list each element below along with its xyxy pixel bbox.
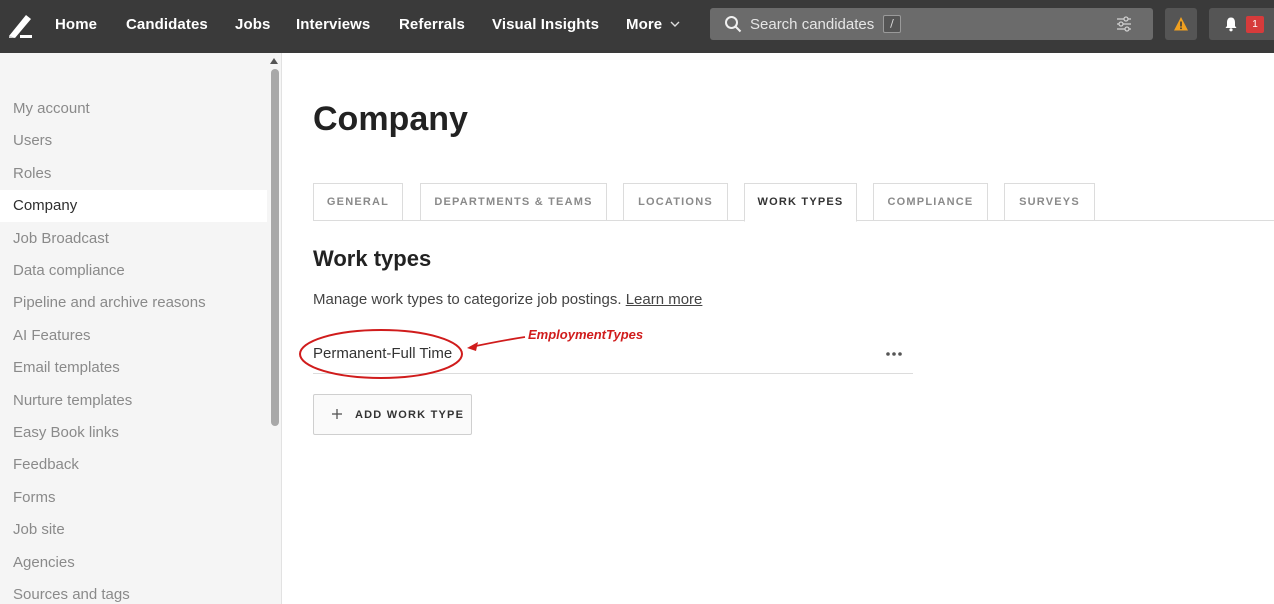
work-type-name: Permanent-Full Time — [313, 345, 453, 362]
nav-visual-insights[interactable]: Visual Insights — [492, 16, 599, 33]
section-description-text: Manage work types to categorize job post… — [313, 291, 622, 308]
sidebar-item-easy-book-links[interactable]: Easy Book links — [0, 417, 267, 449]
add-work-type-label: ADD WORK TYPE — [355, 409, 465, 421]
nav-home[interactable]: Home — [55, 16, 97, 33]
search-icon — [725, 16, 742, 33]
sidebar-item-agencies[interactable]: Agencies — [0, 547, 267, 579]
tab-compliance[interactable]: COMPLIANCE — [873, 183, 988, 221]
plus-icon — [332, 409, 342, 419]
nav-candidates[interactable]: Candidates — [126, 16, 208, 33]
more-options-icon[interactable] — [883, 347, 905, 361]
nav-interviews[interactable]: Interviews — [296, 16, 370, 33]
sidebar-item-my-account[interactable]: My account — [0, 93, 267, 125]
sidebar-item-data-compliance[interactable]: Data compliance — [0, 255, 267, 287]
search-shortcut-key: / — [883, 15, 901, 33]
nav-referrals[interactable]: Referrals — [399, 16, 465, 33]
logo-icon[interactable] — [6, 11, 34, 39]
sidebar-item-sources-and-tags[interactable]: Sources and tags — [0, 579, 267, 604]
tab-surveys[interactable]: SURVEYS — [1004, 183, 1095, 221]
scroll-up-arrow-icon[interactable] — [270, 58, 278, 64]
bell-icon — [1225, 17, 1237, 32]
chevron-down-icon[interactable] — [668, 17, 682, 31]
sidebar-item-roles[interactable]: Roles — [0, 158, 267, 190]
top-navigation-bar: Home Candidates Jobs Interviews Referral… — [0, 0, 1274, 53]
sidebar-item-company[interactable]: Company — [0, 190, 267, 222]
annotation-label: EmploymentTypes — [528, 327, 644, 342]
sidebar-item-ai-features[interactable]: AI Features — [0, 320, 267, 352]
search-input[interactable] — [750, 8, 880, 40]
sidebar-item-email-templates[interactable]: Email templates — [0, 352, 267, 384]
nav-jobs[interactable]: Jobs — [235, 16, 270, 33]
search-bar[interactable]: / — [710, 8, 1153, 40]
sidebar-item-job-broadcast[interactable]: Job Broadcast — [0, 223, 267, 255]
section-description: Manage work types to categorize job post… — [313, 291, 702, 308]
work-type-row[interactable]: Permanent-Full Time — [313, 337, 913, 374]
section-title: Work types — [313, 246, 432, 271]
sidebar-item-users[interactable]: Users — [0, 125, 267, 157]
warning-icon — [1174, 17, 1188, 31]
tab-locations[interactable]: LOCATIONS — [623, 183, 728, 221]
notifications-button[interactable]: 1 — [1209, 8, 1274, 40]
sidebar-scroll-thumb[interactable] — [271, 69, 279, 426]
add-work-type-button[interactable]: ADD WORK TYPE — [313, 394, 472, 435]
settings-sidebar: My account Users Roles Company Job Broad… — [0, 53, 282, 604]
tab-departments-teams[interactable]: DEPARTMENTS & TEAMS — [420, 183, 607, 221]
sidebar-item-pipeline-archive-reasons[interactable]: Pipeline and archive reasons — [0, 287, 267, 319]
sidebar-item-job-site[interactable]: Job site — [0, 514, 267, 546]
sidebar-item-feedback[interactable]: Feedback — [0, 449, 267, 481]
warning-button[interactable] — [1165, 8, 1197, 40]
sidebar-item-forms[interactable]: Forms — [0, 482, 267, 514]
nav-more[interactable]: More — [626, 16, 662, 33]
filter-sliders-icon[interactable] — [1115, 15, 1133, 33]
notification-count-badge: 1 — [1246, 16, 1264, 33]
sidebar-item-nurture-templates[interactable]: Nurture templates — [0, 385, 267, 417]
page-title: Company — [313, 100, 468, 138]
tab-general[interactable]: GENERAL — [313, 183, 403, 221]
tab-work-types[interactable]: WORK TYPES — [744, 183, 857, 222]
learn-more-link[interactable]: Learn more — [626, 291, 703, 308]
